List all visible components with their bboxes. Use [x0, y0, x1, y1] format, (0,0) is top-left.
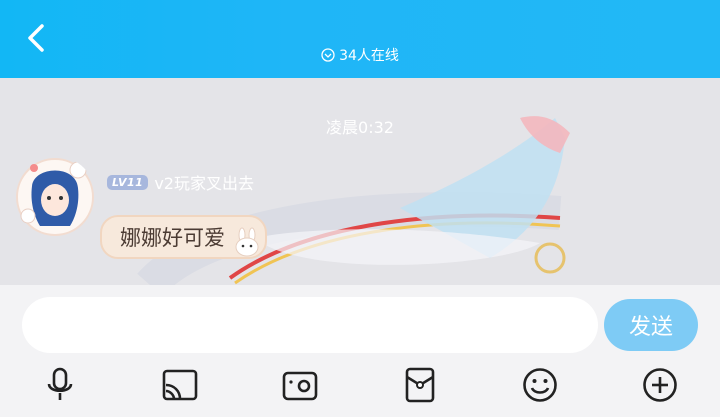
message-input[interactable] [22, 297, 598, 353]
screen-share-button[interactable] [160, 365, 200, 405]
input-toolbar [0, 365, 720, 405]
input-panel: 发送 [0, 285, 720, 417]
send-button[interactable]: 发送 [604, 299, 698, 351]
sender-info: LV11 v2玩家叉出去 [107, 170, 254, 194]
message-timestamp: 凌晨0:32 [326, 118, 394, 137]
screen-cast-icon [162, 369, 198, 401]
bunny-sticker-icon [235, 227, 259, 257]
sender-name[interactable]: v2玩家叉出去 [154, 170, 254, 194]
microphone-icon [47, 367, 73, 400]
photo-button[interactable] [280, 365, 320, 405]
level-badge: LV11 [107, 174, 149, 190]
message-text: 娜娜好可爱 [120, 226, 225, 250]
online-status[interactable]: 34人在线 [0, 45, 720, 65]
emoji-icon [523, 368, 557, 402]
online-count: 34人在线 [339, 48, 399, 64]
red-packet-icon [405, 367, 435, 403]
chat-area[interactable]: 凌晨0:32 LV11 v2玩家叉出去 娜娜好可爱 [0, 78, 720, 285]
plus-icon [643, 368, 677, 402]
message-bubble[interactable]: 娜娜好可爱 [100, 215, 267, 259]
chevron-down-circle-icon [321, 48, 335, 62]
photo-icon [282, 371, 318, 401]
emoji-button[interactable] [520, 365, 560, 405]
more-button[interactable] [640, 365, 680, 405]
voice-button[interactable] [40, 365, 80, 405]
red-packet-button[interactable] [400, 365, 440, 405]
user-avatar[interactable] [14, 156, 96, 238]
header-bar: 34人在线 [0, 0, 720, 78]
